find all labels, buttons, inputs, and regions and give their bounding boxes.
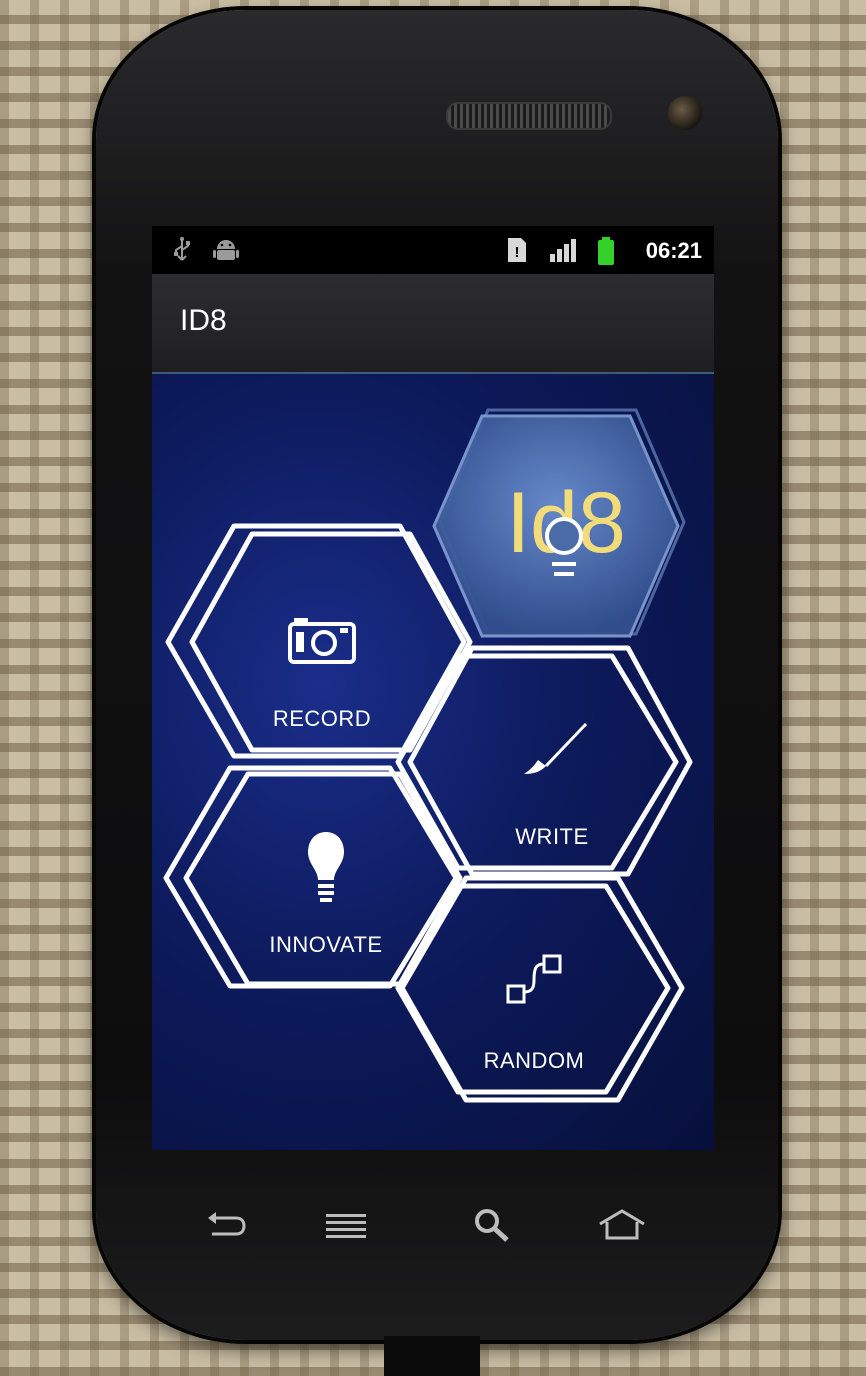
front-camera [668, 96, 702, 130]
home-content: Id8 RECORD WRITE [152, 374, 714, 1150]
navigation-bar [180, 1200, 680, 1260]
camera-icon [288, 618, 356, 664]
write-button[interactable]: WRITE [442, 720, 662, 860]
status-time: 06:21 [645, 238, 702, 263]
action-bar: ID8 [152, 274, 714, 374]
earpiece-speaker [446, 102, 612, 130]
innovate-label: INNOVATE [269, 932, 383, 957]
menu-icon [326, 1214, 366, 1238]
random-label: RANDOM [483, 1048, 585, 1073]
menu-button[interactable] [316, 1200, 376, 1250]
signal-icon [548, 236, 578, 264]
usb-icon [172, 236, 192, 264]
back-button[interactable] [196, 1200, 256, 1250]
app-title: ID8 [180, 304, 227, 337]
home-icon [599, 1209, 645, 1240]
search-button[interactable] [462, 1200, 522, 1250]
random-squares-icon [506, 954, 562, 1004]
search-icon [475, 1209, 509, 1242]
home-button[interactable] [592, 1200, 652, 1250]
lightbulb-icon [308, 832, 344, 902]
android-debug-icon [212, 236, 240, 264]
app-logo: Id8 [466, 470, 666, 590]
brush-icon [524, 722, 588, 774]
phone-screen: ! 06:21 ID8 RECORD WRITE INNOVATE RANDOM [152, 226, 714, 1150]
record-label: RECORD [272, 706, 372, 731]
svg-text:!: ! [515, 244, 520, 261]
write-label: WRITE [515, 824, 589, 849]
innovate-button[interactable]: INNOVATE [206, 830, 446, 970]
status-bar: ! 06:21 [152, 226, 714, 274]
random-button[interactable]: RANDOM [424, 952, 644, 1092]
usb-cable [384, 1336, 480, 1376]
battery-icon [596, 236, 616, 266]
sim-alert-icon: ! [506, 236, 528, 264]
lightbulb-logo-icon: Id8 [506, 475, 626, 576]
back-icon [208, 1212, 246, 1236]
record-button[interactable]: RECORD [212, 614, 432, 754]
